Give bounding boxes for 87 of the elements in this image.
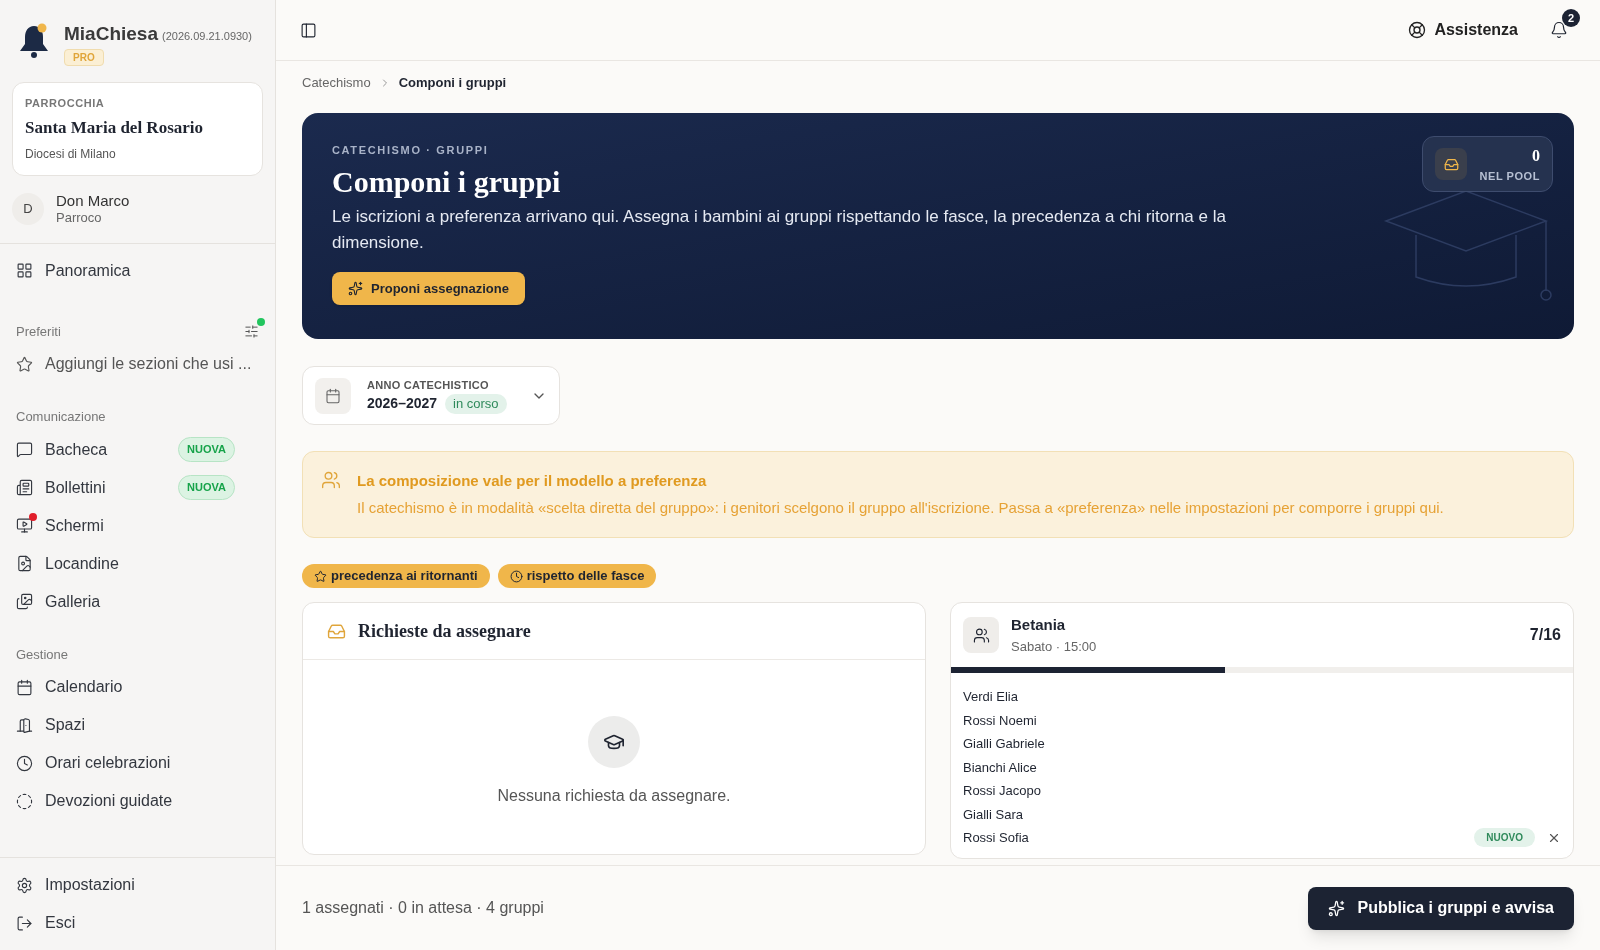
sidebar-item[interactable]: Devozioni guidate xyxy=(8,782,267,820)
breadcrumb-item[interactable]: Catechismo xyxy=(302,72,371,93)
sidebar-item[interactable]: Bacheca NUOVA xyxy=(8,430,267,469)
help-button[interactable]: Assistenza xyxy=(1408,18,1518,42)
publish-button[interactable]: Pubblica i gruppi e avvisa xyxy=(1308,886,1574,930)
nav-icon xyxy=(16,262,33,279)
parish-label: PARROCCHIA xyxy=(25,95,106,111)
sidebar-item[interactable]: Panoramica xyxy=(8,251,267,290)
year-label: ANNO CATECHISTICO xyxy=(367,377,490,393)
app-name: MiaChiesa xyxy=(64,22,158,46)
hero-title: Componi i gruppi xyxy=(332,163,562,200)
star-icon xyxy=(16,355,33,373)
nav-icon xyxy=(16,593,33,610)
new-badge: NUOVA xyxy=(178,437,235,462)
diocese-name: Diocesi di Milano xyxy=(25,145,117,163)
inbox-icon xyxy=(1443,156,1459,172)
inbox-icon xyxy=(327,621,346,641)
year-selector[interactable]: ANNO CATECHISTICO 2026–2027 in corso xyxy=(302,366,560,425)
member-name: Bianchi Alice xyxy=(963,758,1038,777)
parish-card[interactable]: PARROCCHIA Santa Maria del Rosario Diocesi di Milano xyxy=(12,81,263,176)
sidebar-item[interactable]: Esci xyxy=(8,904,267,942)
nav-icon xyxy=(16,754,33,772)
nav-icon xyxy=(16,441,33,458)
nav-icon xyxy=(16,555,33,572)
sidebar-item[interactable]: Locandine xyxy=(8,544,267,583)
user-avatar: D xyxy=(12,193,44,225)
member-name: Rossi Sofia xyxy=(963,829,1030,847)
sidebar-item[interactable]: Galleria xyxy=(8,582,267,621)
new-badge: NUOVO xyxy=(1474,828,1535,848)
section-title: Preferiti xyxy=(16,322,61,341)
section-title: Gestione xyxy=(15,645,70,664)
sidebar-item[interactable]: Schermi xyxy=(8,506,267,545)
favorites-hint: Aggiungi le sezioni che usi ... xyxy=(45,354,252,374)
sparkles-icon xyxy=(348,281,363,296)
group-name: Betania xyxy=(1011,615,1067,635)
nav-icon xyxy=(16,517,33,534)
nav-icon xyxy=(16,914,33,932)
assignment-summary: 1 assegnati · 0 in attesa · 4 gruppi xyxy=(302,898,544,918)
pool-count: 0 xyxy=(1532,145,1540,166)
star-icon xyxy=(314,569,327,583)
group-schedule: Sabato · 15:00 xyxy=(1011,637,1098,656)
propose-assignment-button[interactable]: Proponi assegnazione xyxy=(332,272,525,305)
app-version: (2026.09.21.0930) xyxy=(162,29,252,44)
nav-icon xyxy=(16,716,33,734)
new-badge: NUOVA xyxy=(178,475,235,500)
sidebar-item[interactable]: Calendario xyxy=(8,668,267,706)
nav-icon xyxy=(16,792,33,810)
notice-text: Il catechismo è in modalità «scelta diretta del gruppo»: i genitori scelgono il gruppo all'iscrizione. Passa a «preferenza» nelle impostazioni per comporre i gruppi qui. xyxy=(357,497,1444,518)
rule-chip: precedenza ai ritornanti xyxy=(302,564,490,588)
group-count: 7/16 xyxy=(1529,625,1561,645)
settings-button[interactable] xyxy=(244,323,259,339)
year-value: 2026–2027 xyxy=(367,394,438,414)
notifications-button[interactable] xyxy=(1550,21,1568,39)
member-name: Gialli Sara xyxy=(963,805,1024,824)
breadcrumb-item: Componi i gruppi xyxy=(398,73,507,92)
member-name: Gialli Gabriele xyxy=(963,735,1046,753)
status-badge: in corso xyxy=(445,394,507,414)
rule-chip: rispetto delle fasce xyxy=(497,564,657,588)
sidebar-item[interactable]: Impostazioni xyxy=(8,866,267,904)
calendar-icon xyxy=(325,387,341,404)
plan-badge: PRO xyxy=(64,48,104,66)
sparkles-icon xyxy=(1328,899,1346,917)
nav-icon xyxy=(16,876,33,894)
clock-icon xyxy=(509,569,523,583)
hero-description: Le iscrizioni a preferenza arrivano qui. Assegna i bambini ai gruppi rispettando le fasce, la precedenza a chi ritorna e la dimensione. xyxy=(332,206,1227,254)
member-name: Rossi Jacopo xyxy=(963,782,1043,800)
sidebar-item[interactable]: Orari celebrazioni xyxy=(8,744,267,782)
section-title: Comunicazione xyxy=(15,408,107,426)
sidebar-toggle-icon[interactable] xyxy=(300,21,317,39)
lifebuoy-icon xyxy=(1408,21,1427,39)
nav-icon xyxy=(16,479,33,496)
user-role: Parroco xyxy=(56,210,103,227)
sidebar-item[interactable]: Bollettini NUOVA xyxy=(8,468,267,507)
pool-label: NEL POOL xyxy=(1479,168,1540,184)
nav-icon xyxy=(16,678,33,696)
hero-eyebrow: CATECHISMO · GRUPPI xyxy=(332,143,490,158)
parish-name: Santa Maria del Rosario xyxy=(25,117,205,139)
member-name: Verdi Elia xyxy=(963,688,1019,706)
users-icon xyxy=(972,626,990,644)
member-name: Rossi Noemi xyxy=(963,711,1038,730)
sidebar-item[interactable]: Spazi xyxy=(8,706,267,744)
empty-message: Nessuna richiesta da assegnare. xyxy=(497,786,731,806)
notification-count: 2 xyxy=(1562,9,1580,27)
users-icon xyxy=(321,470,341,490)
notice-title: La composizione vale per il modello a preferenza xyxy=(357,471,708,491)
card-title: Richieste da assegnare xyxy=(358,619,531,643)
user-name: Don Marco xyxy=(56,191,130,211)
